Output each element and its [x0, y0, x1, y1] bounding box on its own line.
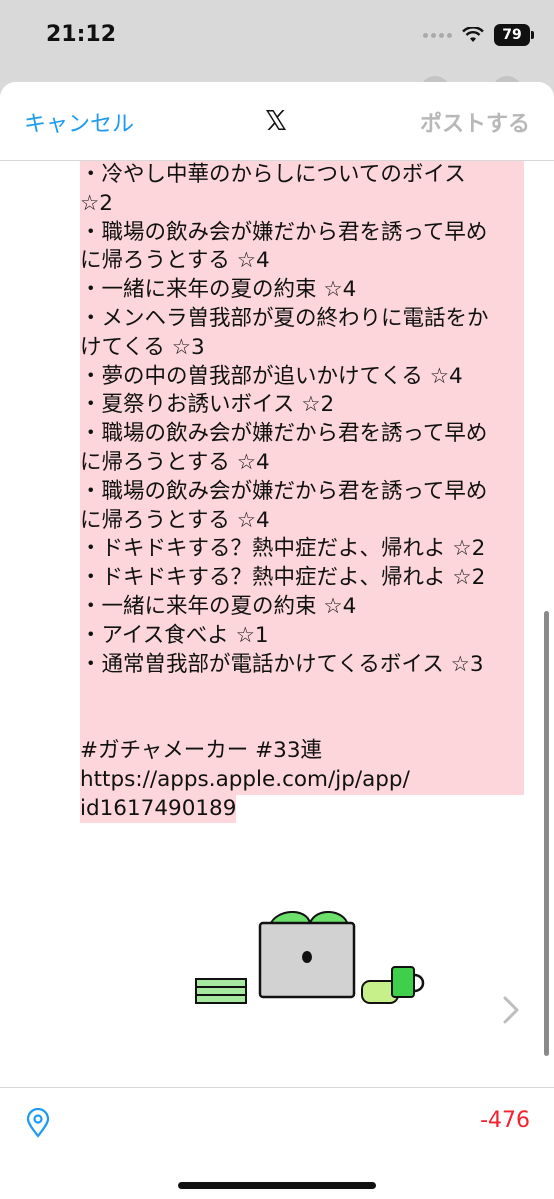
hashtag-line: #ガチャメーカー #33連 [80, 736, 524, 766]
cancel-button[interactable]: キャンセル [24, 106, 134, 138]
post-line: ・夢の中の曽我部が追いかけてくる ☆4 [80, 362, 524, 392]
post-line: に帰ろうとする ☆4 [80, 448, 524, 478]
compose-header: キャンセル ポストする [0, 82, 554, 161]
compose-footer: -476 [0, 1087, 554, 1148]
post-line: ・職場の飲み会が嫌だから君を誘って早め [80, 218, 524, 248]
url-line: id1617490189 [80, 794, 237, 824]
post-button[interactable]: ポストする [420, 106, 530, 138]
post-line: に帰ろうとする ☆4 [80, 247, 524, 277]
scrollbar[interactable] [544, 611, 549, 1056]
battery-level: 79 [502, 27, 522, 43]
battery-icon: 79 [494, 24, 534, 46]
chevron-right-icon[interactable] [500, 993, 522, 1027]
blank-lines [80, 679, 524, 737]
signal-icon [423, 32, 452, 38]
post-line: ・職場の飲み会が嫌だから君を誘って早め [80, 420, 524, 449]
post-line: ・一緒に来年の夏の約束 ☆4 [80, 276, 524, 305]
post-line: ・冷やし中華のからしについてのボイス [80, 161, 524, 190]
x-logo-icon [266, 110, 286, 130]
compose-content: ・冷やし中華のからしについてのボイス ☆2 ・職場の飲み会が嫌だから君を誘って早… [0, 161, 554, 1091]
post-line: ・アイス食べよ ☆1 [80, 621, 524, 651]
post-line: けてくる ☆3 [80, 333, 524, 363]
post-line: ・ドキドキする？熱中症だよ、帰れよ ☆2 [80, 535, 524, 565]
post-line: ・メンヘラ曽我部が夏の終わりに電話をか [80, 304, 524, 334]
status-bar: 21:12 79 [0, 0, 554, 80]
status-icons: 79 [423, 22, 534, 48]
link-card-illustration [195, 911, 425, 1004]
post-line: ☆2 [80, 189, 524, 219]
compose-sheet: キャンセル ポストする ・冷やし中華のからしについてのボイス ☆2 ・職場の飲み… [0, 82, 554, 1199]
post-text-area[interactable]: ・冷やし中華のからしについてのボイス ☆2 ・職場の飲み会が嫌だから君を誘って早… [80, 161, 524, 824]
wifi-icon [462, 27, 484, 42]
post-line: に帰ろうとする ☆4 [80, 506, 524, 536]
post-line: ・夏祭りお誘いボイス ☆2 [80, 391, 524, 421]
url-line: https://apps.apple.com/jp/app/ [80, 765, 524, 795]
post-line: ・職場の飲み会が嫌だから君を誘って早め [80, 477, 524, 507]
post-line: ・ドキドキする？熱中症だよ、帰れよ ☆2 [80, 564, 524, 593]
post-line: ・通常曽我部が電話かけてくるボイス ☆3 [80, 650, 524, 680]
location-icon[interactable] [26, 1108, 50, 1138]
post-line: ・一緒に来年の夏の約束 ☆4 [80, 592, 524, 622]
status-time: 21:12 [46, 22, 117, 47]
character-count: -476 [480, 1108, 530, 1133]
home-indicator[interactable] [178, 1182, 376, 1189]
